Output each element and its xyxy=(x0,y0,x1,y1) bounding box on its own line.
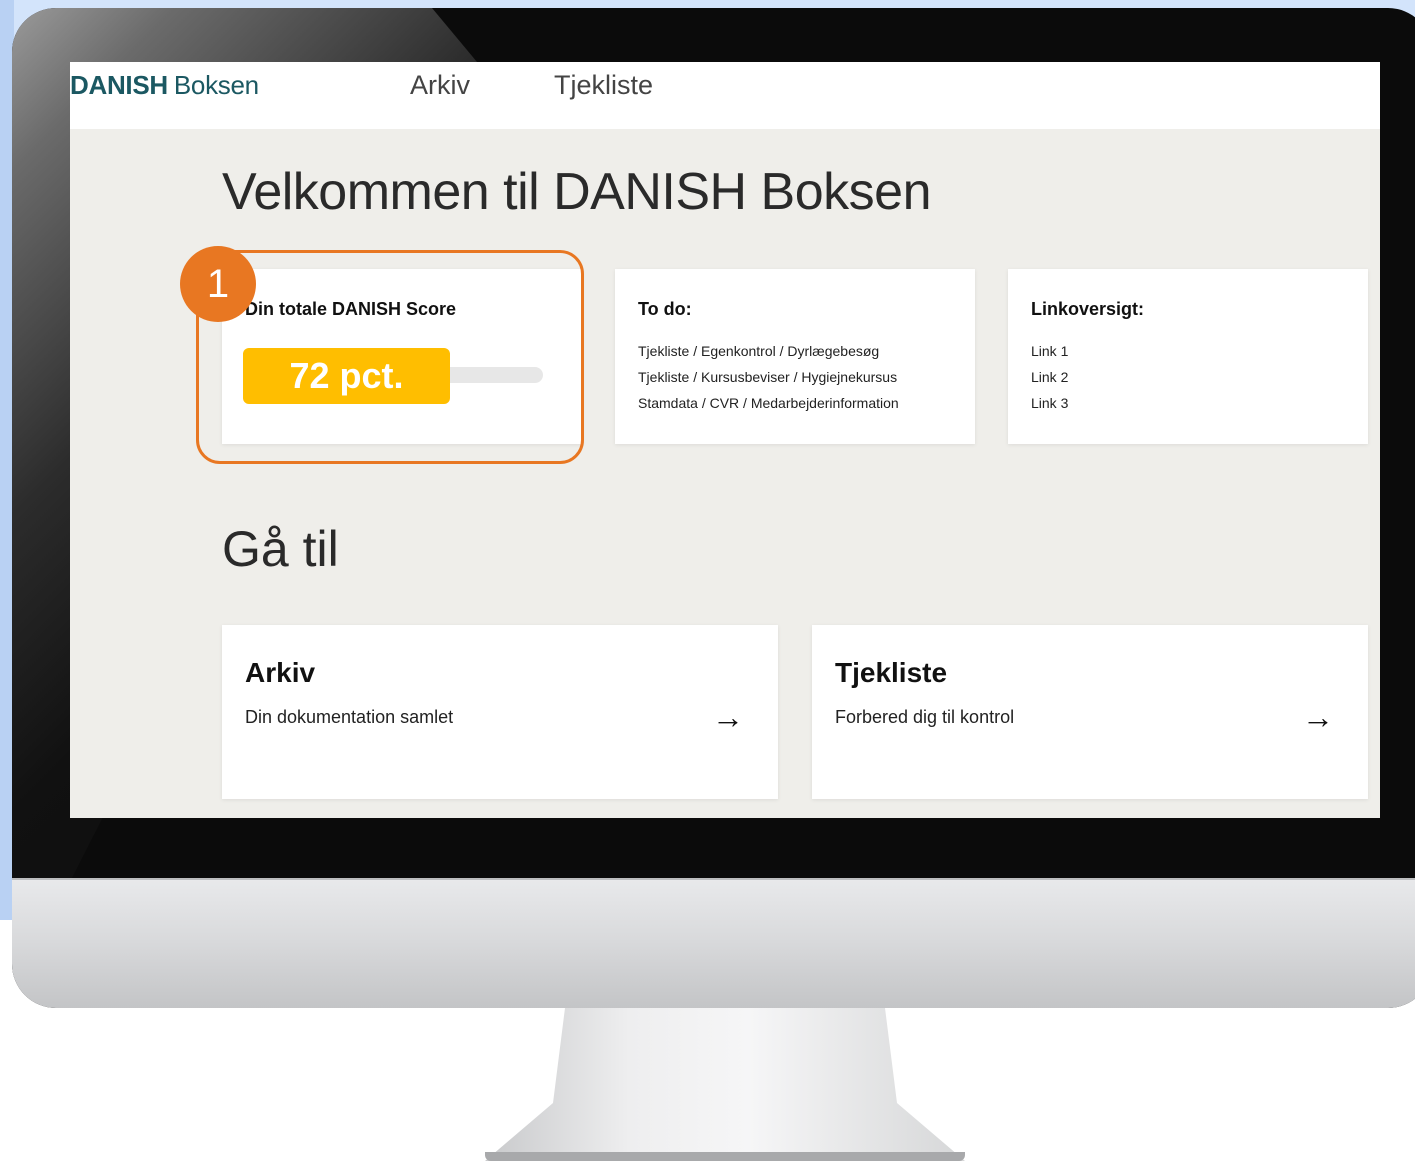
step-number-badge: 1 xyxy=(180,246,256,322)
arrow-right-icon[interactable]: → xyxy=(712,699,744,736)
monitor-stand-base xyxy=(485,1152,965,1161)
link-overview-title: Linkoversigt: xyxy=(1031,299,1145,319)
monitor-chin xyxy=(12,878,1415,1008)
link-overview-card: Linkoversigt: Link 1 Link 2 Link 3 xyxy=(1008,269,1368,444)
goto-card-title: Tjekliste xyxy=(835,657,948,688)
goto-card-subtitle: Forbered dig til kontrol xyxy=(835,707,1015,727)
arrow-right-icon[interactable]: → xyxy=(1302,699,1334,736)
goto-card-title: Arkiv xyxy=(245,657,316,688)
todo-item[interactable]: Stamdata / CVR / Medarbejderinformation xyxy=(638,390,899,416)
app-screen: DANISH Boksen Arkiv Tjekliste Velkommen t… xyxy=(70,62,1380,818)
goto-heading: Gå til xyxy=(222,521,339,577)
goto-card-tjekliste[interactable]: Tjekliste Forbered dig til kontrol → xyxy=(812,625,1368,799)
todo-card: To do: Tjekliste / Egenkontrol / Dyrlæge… xyxy=(615,269,975,444)
link-item[interactable]: Link 1 xyxy=(1031,338,1068,364)
link-item[interactable]: Link 2 xyxy=(1031,364,1068,390)
brand-logo[interactable]: DANISH Boksen xyxy=(70,70,259,101)
goto-card-subtitle: Din dokumentation samlet xyxy=(245,707,454,727)
monitor-stand xyxy=(485,1008,965,1161)
todo-item[interactable]: Tjekliste / Egenkontrol / Dyrlægebesøg xyxy=(638,338,899,364)
nav-link-tjekliste[interactable]: Tjekliste xyxy=(554,70,653,101)
link-item[interactable]: Link 3 xyxy=(1031,390,1068,416)
brand-name-bold: DANISH xyxy=(70,70,168,100)
brand-name-light: Boksen xyxy=(173,70,259,100)
todo-item[interactable]: Tjekliste / Kursusbeviser / Hygiejnekurs… xyxy=(638,364,899,390)
todo-card-title: To do: xyxy=(638,299,692,319)
nav-link-arkiv[interactable]: Arkiv xyxy=(410,70,470,101)
goto-card-arkiv[interactable]: Arkiv Din dokumentation samlet → xyxy=(222,625,778,799)
top-navigation-bar: DANISH Boksen Arkiv Tjekliste xyxy=(70,62,1380,129)
page-title: Velkommen til DANISH Boksen xyxy=(222,163,932,221)
